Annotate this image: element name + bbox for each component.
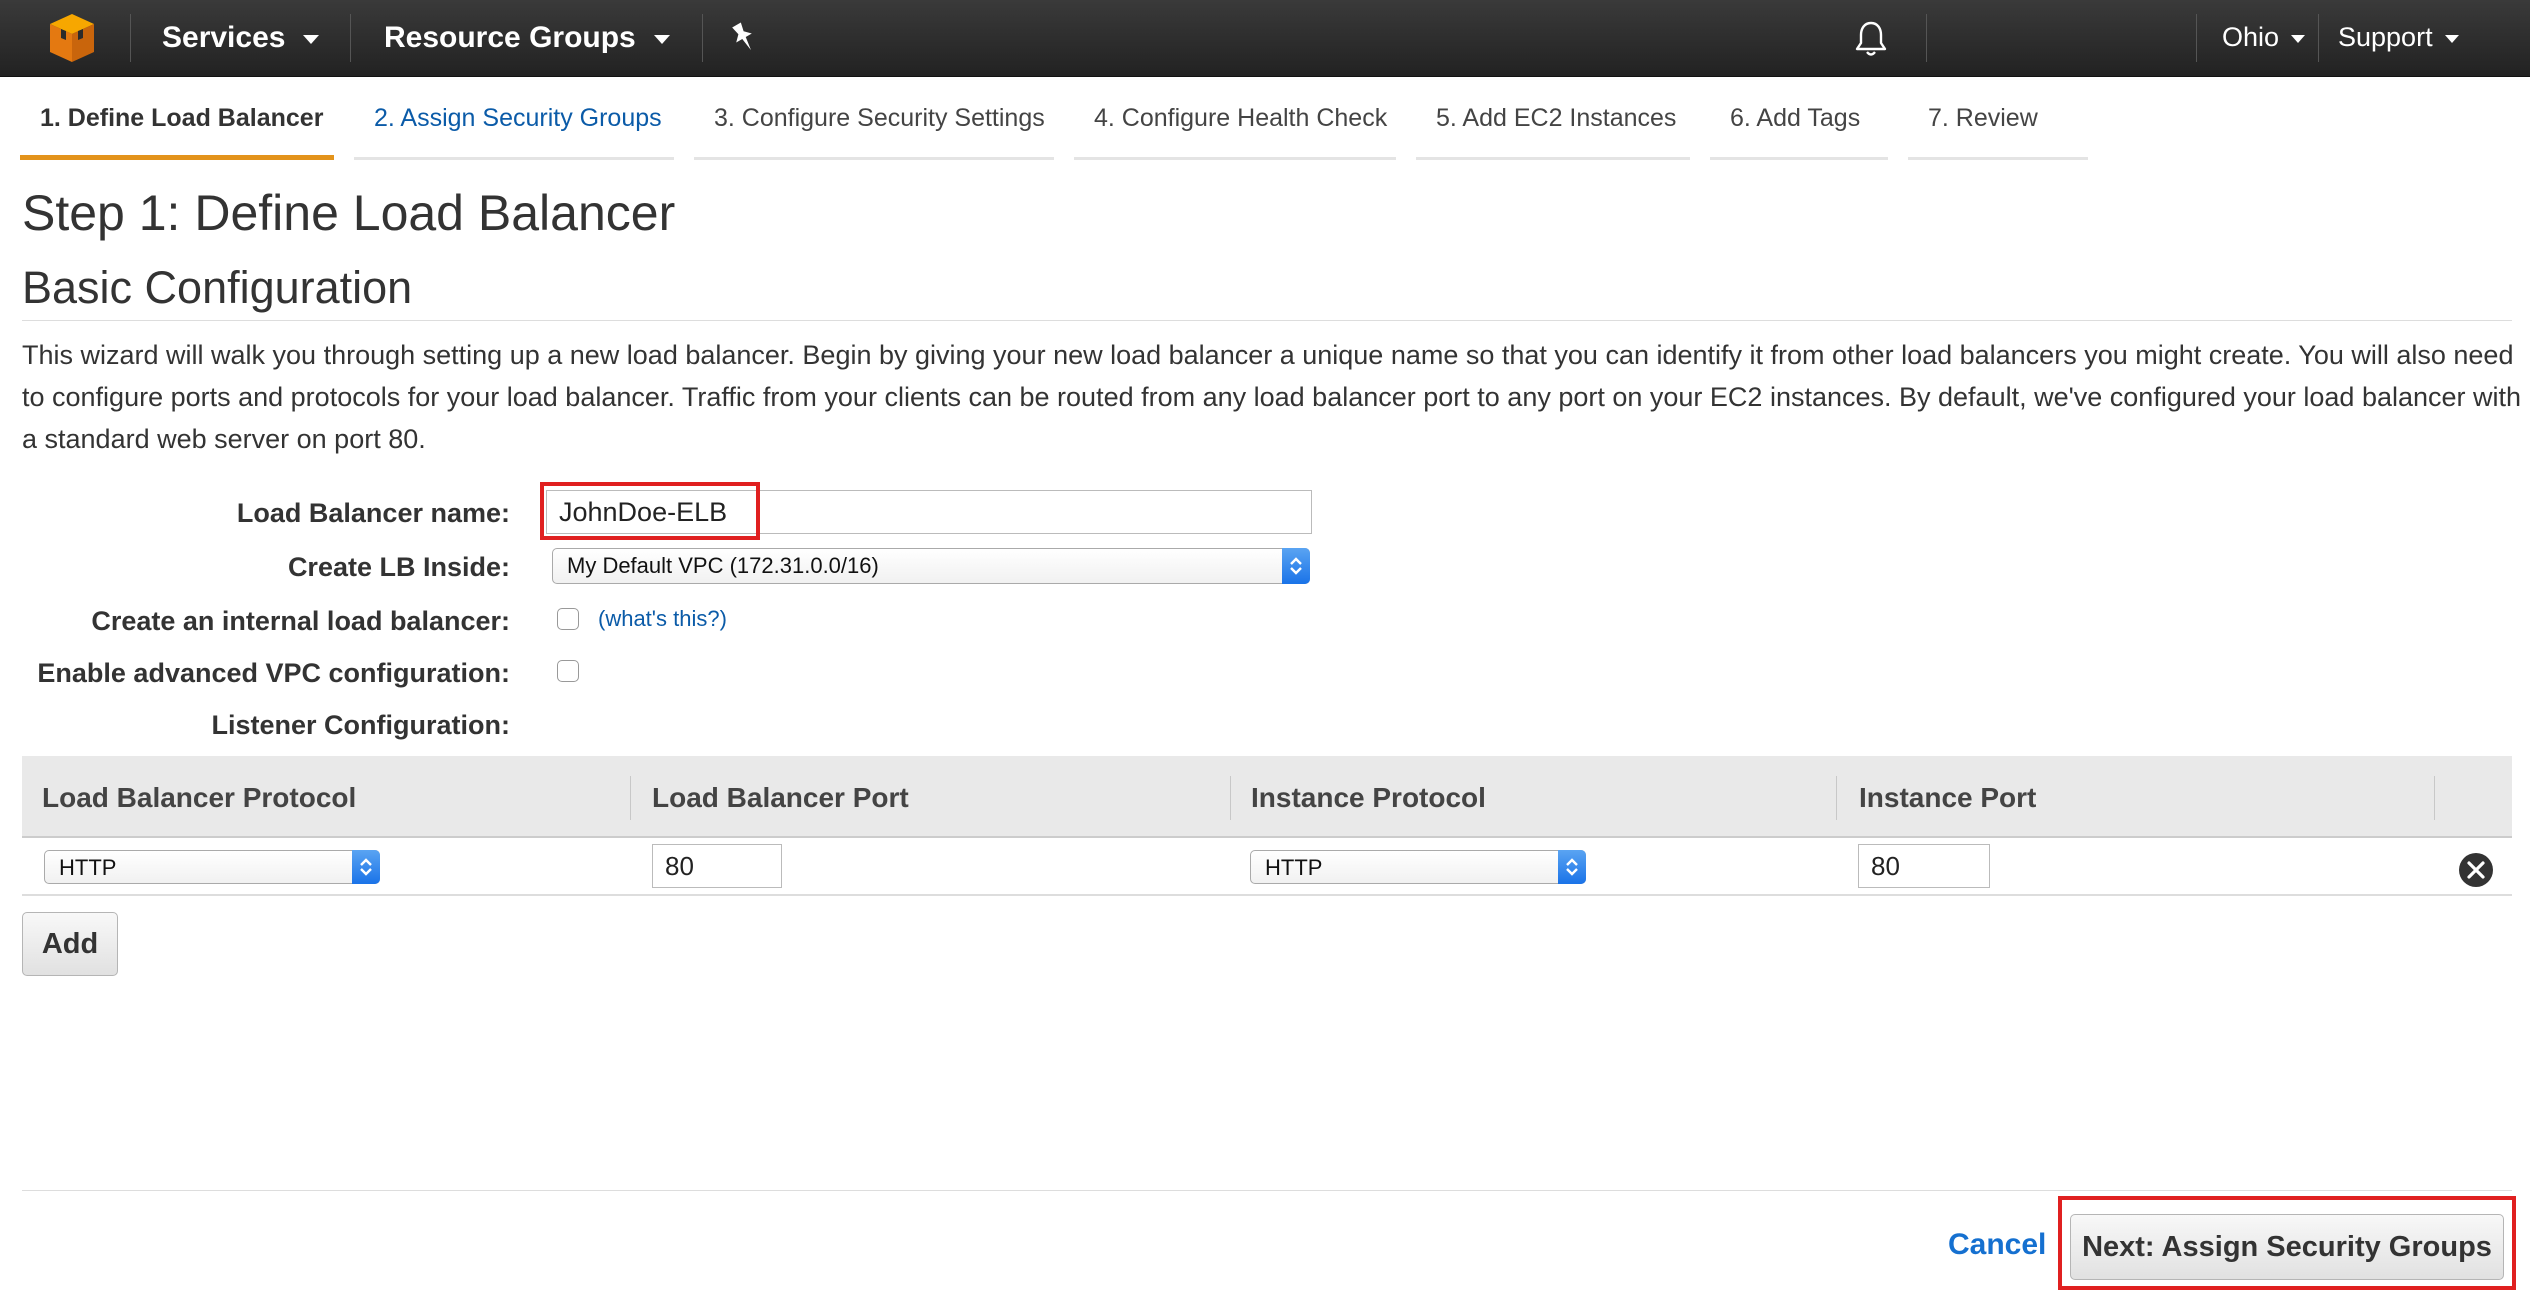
intro-text: This wizard will walk you through settin…: [22, 340, 2522, 454]
cancel-button[interactable]: Cancel: [1948, 1228, 2046, 1262]
nav-divider: [2196, 14, 2197, 62]
pin-icon[interactable]: [728, 20, 760, 56]
nav-divider: [130, 14, 131, 62]
page-title: Step 1: Define Load Balancer: [22, 185, 676, 241]
notifications-bell-icon[interactable]: [1854, 20, 1888, 58]
support-menu-label: Support: [2338, 22, 2433, 52]
tab-assign-security-groups[interactable]: 2. Assign Security Groups: [354, 104, 674, 160]
add-listener-button[interactable]: Add: [22, 912, 118, 976]
tab-review[interactable]: 7. Review: [1908, 104, 2088, 160]
tab-label: 1. Define Load Balancer: [40, 104, 324, 132]
support-menu[interactable]: Support: [2338, 0, 2459, 76]
instance-port-input[interactable]: [1858, 844, 1990, 888]
advanced-vpc-label: Enable advanced VPC configuration:: [37, 658, 510, 688]
services-menu-label: Services: [162, 21, 286, 54]
column-header-instance-protocol: Instance Protocol: [1251, 782, 1486, 813]
next-assign-security-groups-button[interactable]: Next: Assign Security Groups: [2070, 1214, 2504, 1280]
tab-configure-health-check[interactable]: 4. Configure Health Check: [1074, 104, 1396, 160]
select-arrows-icon: [352, 850, 380, 884]
vpc-select[interactable]: My Default VPC (172.31.0.0/16): [552, 548, 1310, 584]
chevron-down-icon: [2291, 34, 2306, 43]
top-navigation-bar: Services Resource Groups Ohio Support: [0, 0, 2530, 77]
select-arrows-icon: [1282, 548, 1310, 584]
resource-groups-menu[interactable]: Resource Groups: [384, 0, 670, 76]
vpc-select-value: My Default VPC (172.31.0.0/16): [567, 553, 879, 578]
lb-protocol-value: HTTP: [59, 855, 117, 880]
tab-label: 6. Add Tags: [1730, 104, 1861, 132]
instance-protocol-value: HTTP: [1265, 855, 1323, 880]
nav-divider: [350, 14, 351, 62]
internal-lb-checkbox[interactable]: [557, 608, 579, 630]
create-lb-inside-label: Create LB Inside:: [287, 552, 510, 582]
load-balancer-name-label: Load Balancer name:: [236, 498, 510, 528]
tab-label: 4. Configure Health Check: [1094, 104, 1388, 132]
tab-label: 3. Configure Security Settings: [714, 104, 1045, 132]
region-menu[interactable]: Ohio: [2222, 0, 2306, 76]
tab-configure-security-settings[interactable]: 3. Configure Security Settings: [694, 104, 1054, 160]
tab-label: 2. Assign Security Groups: [374, 104, 662, 132]
remove-listener-icon[interactable]: [2458, 852, 2494, 888]
whats-this-link[interactable]: (what's this?): [598, 606, 727, 632]
lb-protocol-select[interactable]: HTTP: [44, 850, 380, 884]
region-menu-label: Ohio: [2222, 22, 2280, 52]
tab-label: 5. Add EC2 Instances: [1436, 104, 1677, 132]
listener-configuration-label: Listener Configuration:: [211, 710, 511, 740]
lb-port-input[interactable]: [652, 844, 782, 888]
column-divider: [630, 776, 631, 820]
column-divider: [1230, 776, 1231, 820]
nav-divider: [2318, 14, 2319, 62]
column-header-lb-port: Load Balancer Port: [652, 782, 909, 813]
chevron-down-icon: [303, 34, 320, 44]
tab-add-ec2-instances[interactable]: 5. Add EC2 Instances: [1416, 104, 1690, 160]
services-menu[interactable]: Services: [162, 0, 320, 76]
chevron-down-icon: [2444, 34, 2459, 43]
tab-define-load-balancer[interactable]: 1. Define Load Balancer: [20, 104, 334, 160]
internal-lb-label: Create an internal load balancer:: [91, 606, 510, 636]
listener-table-header: Load Balancer Protocol Load Balancer Por…: [22, 756, 2512, 838]
section-title: Basic Configuration: [22, 262, 413, 313]
load-balancer-name-input[interactable]: [546, 490, 1312, 534]
column-header-lb-protocol: Load Balancer Protocol: [42, 782, 357, 813]
column-divider: [2434, 776, 2435, 820]
column-header-instance-port: Instance Port: [1859, 782, 2037, 813]
resource-groups-menu-label: Resource Groups: [384, 21, 636, 54]
nav-divider: [702, 14, 703, 62]
tab-label: 7. Review: [1928, 104, 2038, 132]
section-divider: [22, 320, 2512, 321]
tab-add-tags[interactable]: 6. Add Tags: [1710, 104, 1888, 160]
chevron-down-icon: [653, 34, 670, 44]
column-divider: [1836, 776, 1837, 820]
select-arrows-icon: [1558, 850, 1586, 884]
nav-divider: [1926, 14, 1927, 62]
footer-divider: [22, 1190, 2512, 1191]
advanced-vpc-checkbox[interactable]: [557, 660, 579, 682]
aws-cube-logo-icon[interactable]: [44, 10, 100, 66]
instance-protocol-select[interactable]: HTTP: [1250, 850, 1586, 884]
